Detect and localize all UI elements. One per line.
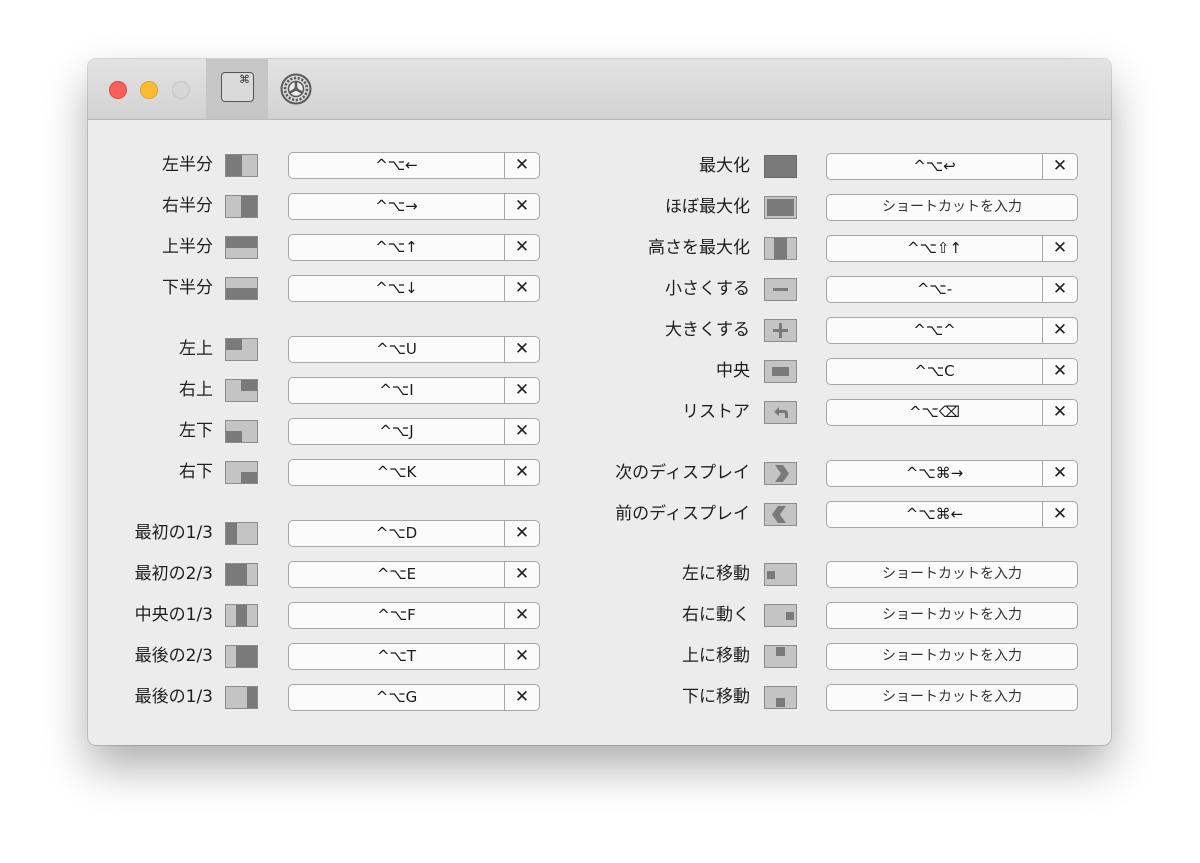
shortcut-row: 中央 ^⌥C ✕ <box>88 356 1111 386</box>
previous-display-icon <box>764 503 797 530</box>
shortcut-recorder[interactable]: ^⌥⌘→ ✕ <box>826 460 1078 487</box>
shortcut-recorder[interactable]: ^⌥⌫ ✕ <box>826 399 1078 426</box>
shortcut-row: 大きくする ^⌥^ ✕ <box>88 315 1111 345</box>
clear-shortcut-button[interactable]: ✕ <box>1043 318 1077 343</box>
clear-shortcut-button[interactable]: ✕ <box>1043 400 1077 425</box>
shortcut-recorder[interactable]: ^⌥- ✕ <box>826 276 1078 303</box>
gear-icon[interactable] <box>280 73 312 105</box>
maximize-height-icon <box>764 237 797 264</box>
shortcut-recorder-empty[interactable]: ショートカットを入力 <box>826 561 1078 588</box>
shortcut-label: 大きくする <box>665 320 750 340</box>
shortcut-recorder-empty[interactable]: ショートカットを入力 <box>826 684 1078 711</box>
shortcut-recorder-empty[interactable]: ショートカットを入力 <box>826 194 1078 221</box>
almost-maximize-icon <box>764 196 797 223</box>
restore-icon <box>764 401 797 428</box>
shortcut-label: 下に移動 <box>682 687 750 707</box>
shortcut-label: ほぼ最大化 <box>665 197 750 217</box>
shortcut-value: ^⌥↩ <box>913 157 956 175</box>
shortcut-label: 右に動く <box>682 605 750 625</box>
close-window-button[interactable] <box>109 81 127 99</box>
clear-shortcut-button[interactable]: ✕ <box>1043 502 1077 527</box>
move-up-icon <box>764 645 797 672</box>
shortcut-row: リストア ^⌥⌫ ✕ <box>88 397 1111 427</box>
shortcut-row: 上に移動 ショートカットを入力 <box>88 641 1111 671</box>
shortcut-row: 次のディスプレイ ^⌥⌘→ ✕ <box>88 458 1111 488</box>
preferences-window: ⌘ 左半分 ^⌥← ✕ 右半分 ^⌥→ ✕ 上半分 ^⌥↑ ✕ 下半分 ^⌥↓ ✕ 左上 ^⌥U ✕ 右上 ^⌥… <box>88 59 1111 745</box>
larger-icon <box>764 319 797 346</box>
shortcut-value: ^⌥^ <box>913 321 956 339</box>
shortcut-value: ^⌥⌫ <box>908 403 961 421</box>
smaller-icon <box>764 278 797 305</box>
shortcut-value: ^⌥⇧↑ <box>907 239 962 257</box>
shortcut-recorder[interactable]: ^⌥^ ✕ <box>826 317 1078 344</box>
shortcut-recorder[interactable]: ^⌥⇧↑ ✕ <box>826 235 1078 262</box>
shortcut-row: ほぼ最大化 ショートカットを入力 <box>88 192 1111 222</box>
shortcut-row: 左に移動 ショートカットを入力 <box>88 559 1111 589</box>
move-left-icon <box>764 563 797 590</box>
shortcut-row: 前のディスプレイ ^⌥⌘← ✕ <box>88 499 1111 529</box>
shortcut-recorder-empty[interactable]: ショートカットを入力 <box>826 643 1078 670</box>
shortcut-label: リストア <box>682 402 750 422</box>
move-right-icon <box>764 604 797 631</box>
zoom-window-button[interactable] <box>172 81 190 99</box>
clear-shortcut-button[interactable]: ✕ <box>1043 277 1077 302</box>
shortcut-label: 高さを最大化 <box>648 238 750 258</box>
shortcut-value: ^⌥- <box>916 280 953 298</box>
shortcut-label: 次のディスプレイ <box>615 463 750 483</box>
clear-shortcut-button[interactable]: ✕ <box>1043 236 1077 261</box>
shortcut-label: 左に移動 <box>682 564 750 584</box>
shortcut-value: ^⌥⌘← <box>905 505 964 523</box>
shortcut-value: ^⌥⌘→ <box>905 464 964 482</box>
shortcut-row: 最大化 ^⌥↩ ✕ <box>88 151 1111 181</box>
minimize-window-button[interactable] <box>140 81 158 99</box>
shortcut-label: 最大化 <box>699 156 750 176</box>
shortcut-label: 中央 <box>716 361 750 381</box>
shortcut-recorder[interactable]: ^⌥⌘← ✕ <box>826 501 1078 528</box>
center-icon <box>764 360 797 387</box>
clear-shortcut-button[interactable]: ✕ <box>1043 461 1077 486</box>
shortcut-row: 高さを最大化 ^⌥⇧↑ ✕ <box>88 233 1111 263</box>
clear-shortcut-button[interactable]: ✕ <box>1043 359 1077 384</box>
titlebar: ⌘ <box>88 59 1111 120</box>
shortcut-label: 上に移動 <box>682 646 750 666</box>
shortcut-row: 右に動く ショートカットを入力 <box>88 600 1111 630</box>
next-display-icon <box>764 462 797 489</box>
shortcut-label: 小さくする <box>665 279 750 299</box>
shortcut-value: ^⌥C <box>914 362 955 380</box>
keyboard-icon[interactable]: ⌘ <box>221 72 254 102</box>
maximize-icon <box>764 155 797 182</box>
shortcut-recorder[interactable]: ^⌥C ✕ <box>826 358 1078 385</box>
shortcut-recorder-empty[interactable]: ショートカットを入力 <box>826 602 1078 629</box>
shortcut-row: 小さくする ^⌥- ✕ <box>88 274 1111 304</box>
shortcut-row: 下に移動 ショートカットを入力 <box>88 682 1111 712</box>
move-down-icon <box>764 686 797 713</box>
shortcut-label: 前のディスプレイ <box>615 504 750 524</box>
clear-shortcut-button[interactable]: ✕ <box>1043 154 1077 179</box>
shortcut-recorder[interactable]: ^⌥↩ ✕ <box>826 153 1078 180</box>
